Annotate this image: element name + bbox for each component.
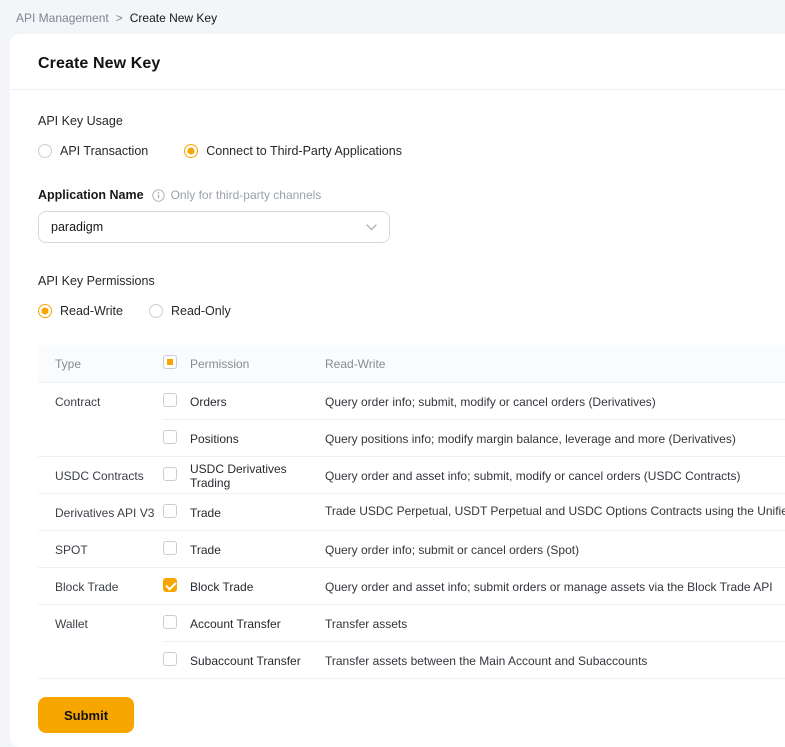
permission-cell: Orders	[190, 395, 325, 409]
type-cell: Block Trade	[38, 580, 163, 594]
permission-cell: Trade	[190, 543, 325, 557]
breadcrumb-api-management[interactable]: API Management	[16, 11, 109, 25]
description-cell: Query order and asset info; submit, modi…	[325, 469, 785, 483]
application-name-value: paradigm	[51, 220, 103, 234]
submit-button[interactable]: Submit	[38, 697, 134, 733]
permission-cell: Account Transfer	[190, 617, 325, 631]
description-cell: Query order info; submit or cancel order…	[325, 543, 785, 557]
table-row: SPOT Trade Query order info; submit or c…	[38, 531, 785, 568]
row-checkbox[interactable]	[163, 578, 177, 592]
type-cell: Wallet	[38, 617, 163, 631]
table-row: Wallet Account Transfer Transfer assets	[38, 605, 785, 642]
table-row: Subaccount Transfer Transfer assets betw…	[38, 642, 785, 679]
row-checkbox[interactable]	[163, 652, 177, 666]
type-cell: Contract	[38, 395, 163, 409]
application-name-label: Application Name	[38, 188, 144, 202]
radio-label: API Transaction	[60, 144, 148, 158]
type-cell: Derivatives API V3	[38, 506, 163, 520]
info-icon	[152, 189, 165, 202]
breadcrumb: API Management > Create New Key	[0, 0, 785, 34]
breadcrumb-separator: >	[116, 11, 123, 25]
radio-icon	[38, 304, 52, 318]
permission-cell: Subaccount Transfer	[190, 654, 325, 668]
breadcrumb-current: Create New Key	[130, 11, 217, 25]
row-checkbox[interactable]	[163, 393, 177, 407]
radio-icon	[149, 304, 163, 318]
card-header: Create New Key	[10, 34, 785, 90]
table-row: Derivatives API V3 Trade Trade USDC Perp…	[38, 494, 785, 531]
type-cell: SPOT	[38, 543, 163, 557]
description-cell: Query order info; submit, modify or canc…	[325, 395, 785, 409]
readwrite-column-header: Read-Write	[325, 357, 785, 371]
api-key-usage-options: API Transaction Connect to Third-Party Ap…	[38, 144, 785, 158]
row-checkbox[interactable]	[163, 541, 177, 555]
row-checkbox[interactable]	[163, 504, 177, 518]
api-key-usage-label: API Key Usage	[38, 114, 785, 128]
permission-cell: Trade	[190, 506, 325, 520]
permission-cell: Block Trade	[190, 580, 325, 594]
type-column-header: Type	[38, 357, 163, 371]
permissions-table: Type Permission Read-Write Contract Orde…	[38, 345, 785, 679]
table-row: USDC Contracts USDC Derivatives Trading …	[38, 457, 785, 494]
chevron-down-icon	[366, 224, 377, 231]
description-cell: Query positions info; modify margin bala…	[325, 432, 785, 446]
permission-column-header: Permission	[190, 357, 325, 371]
row-checkbox[interactable]	[163, 467, 177, 481]
api-key-permissions-label: API Key Permissions	[38, 274, 785, 288]
row-checkbox[interactable]	[163, 615, 177, 629]
radio-read-only[interactable]: Read-Only	[149, 304, 231, 318]
radio-connect-third-party[interactable]: Connect to Third-Party Applications	[184, 144, 402, 158]
row-checkbox[interactable]	[163, 430, 177, 444]
application-name-hint: Only for third-party channels	[171, 188, 322, 202]
page-title: Create New Key	[38, 55, 757, 73]
radio-icon	[38, 144, 52, 158]
create-key-card: Create New Key API Key Usage API Transac…	[10, 34, 785, 747]
radio-label: Connect to Third-Party Applications	[206, 144, 402, 158]
application-name-row: Application Name Only for third-party ch…	[38, 188, 785, 202]
radio-read-write[interactable]: Read-Write	[38, 304, 123, 318]
application-name-select[interactable]: paradigm	[38, 211, 390, 243]
type-cell: USDC Contracts	[38, 469, 163, 483]
radio-label: Read-Write	[60, 304, 123, 318]
permission-cell: USDC Derivatives Trading	[190, 462, 325, 490]
radio-icon	[184, 144, 198, 158]
row-divider	[38, 678, 785, 679]
radio-label: Read-Only	[171, 304, 231, 318]
description-cell: Transfer assets	[325, 617, 785, 631]
table-row: Block Trade Block Trade Query order and …	[38, 568, 785, 605]
table-header-row: Type Permission Read-Write	[38, 345, 785, 383]
radio-api-transaction[interactable]: API Transaction	[38, 144, 148, 158]
permission-cell: Positions	[190, 432, 325, 446]
description-cell: Query order and asset info; submit order…	[325, 580, 785, 594]
description-cell: Transfer assets between the Main Account…	[325, 654, 785, 668]
description-cell: Trade USDC Perpetual, USDT Perpetual and…	[325, 504, 785, 521]
table-row: Contract Orders Query order info; submit…	[38, 383, 785, 420]
select-all-checkbox[interactable]	[163, 355, 177, 369]
table-row: Positions Query positions info; modify m…	[38, 420, 785, 457]
api-key-permissions-options: Read-Write Read-Only	[38, 304, 785, 318]
card-body: API Key Usage API Transaction Connect to …	[10, 114, 785, 747]
table-body: Contract Orders Query order info; submit…	[38, 383, 785, 679]
